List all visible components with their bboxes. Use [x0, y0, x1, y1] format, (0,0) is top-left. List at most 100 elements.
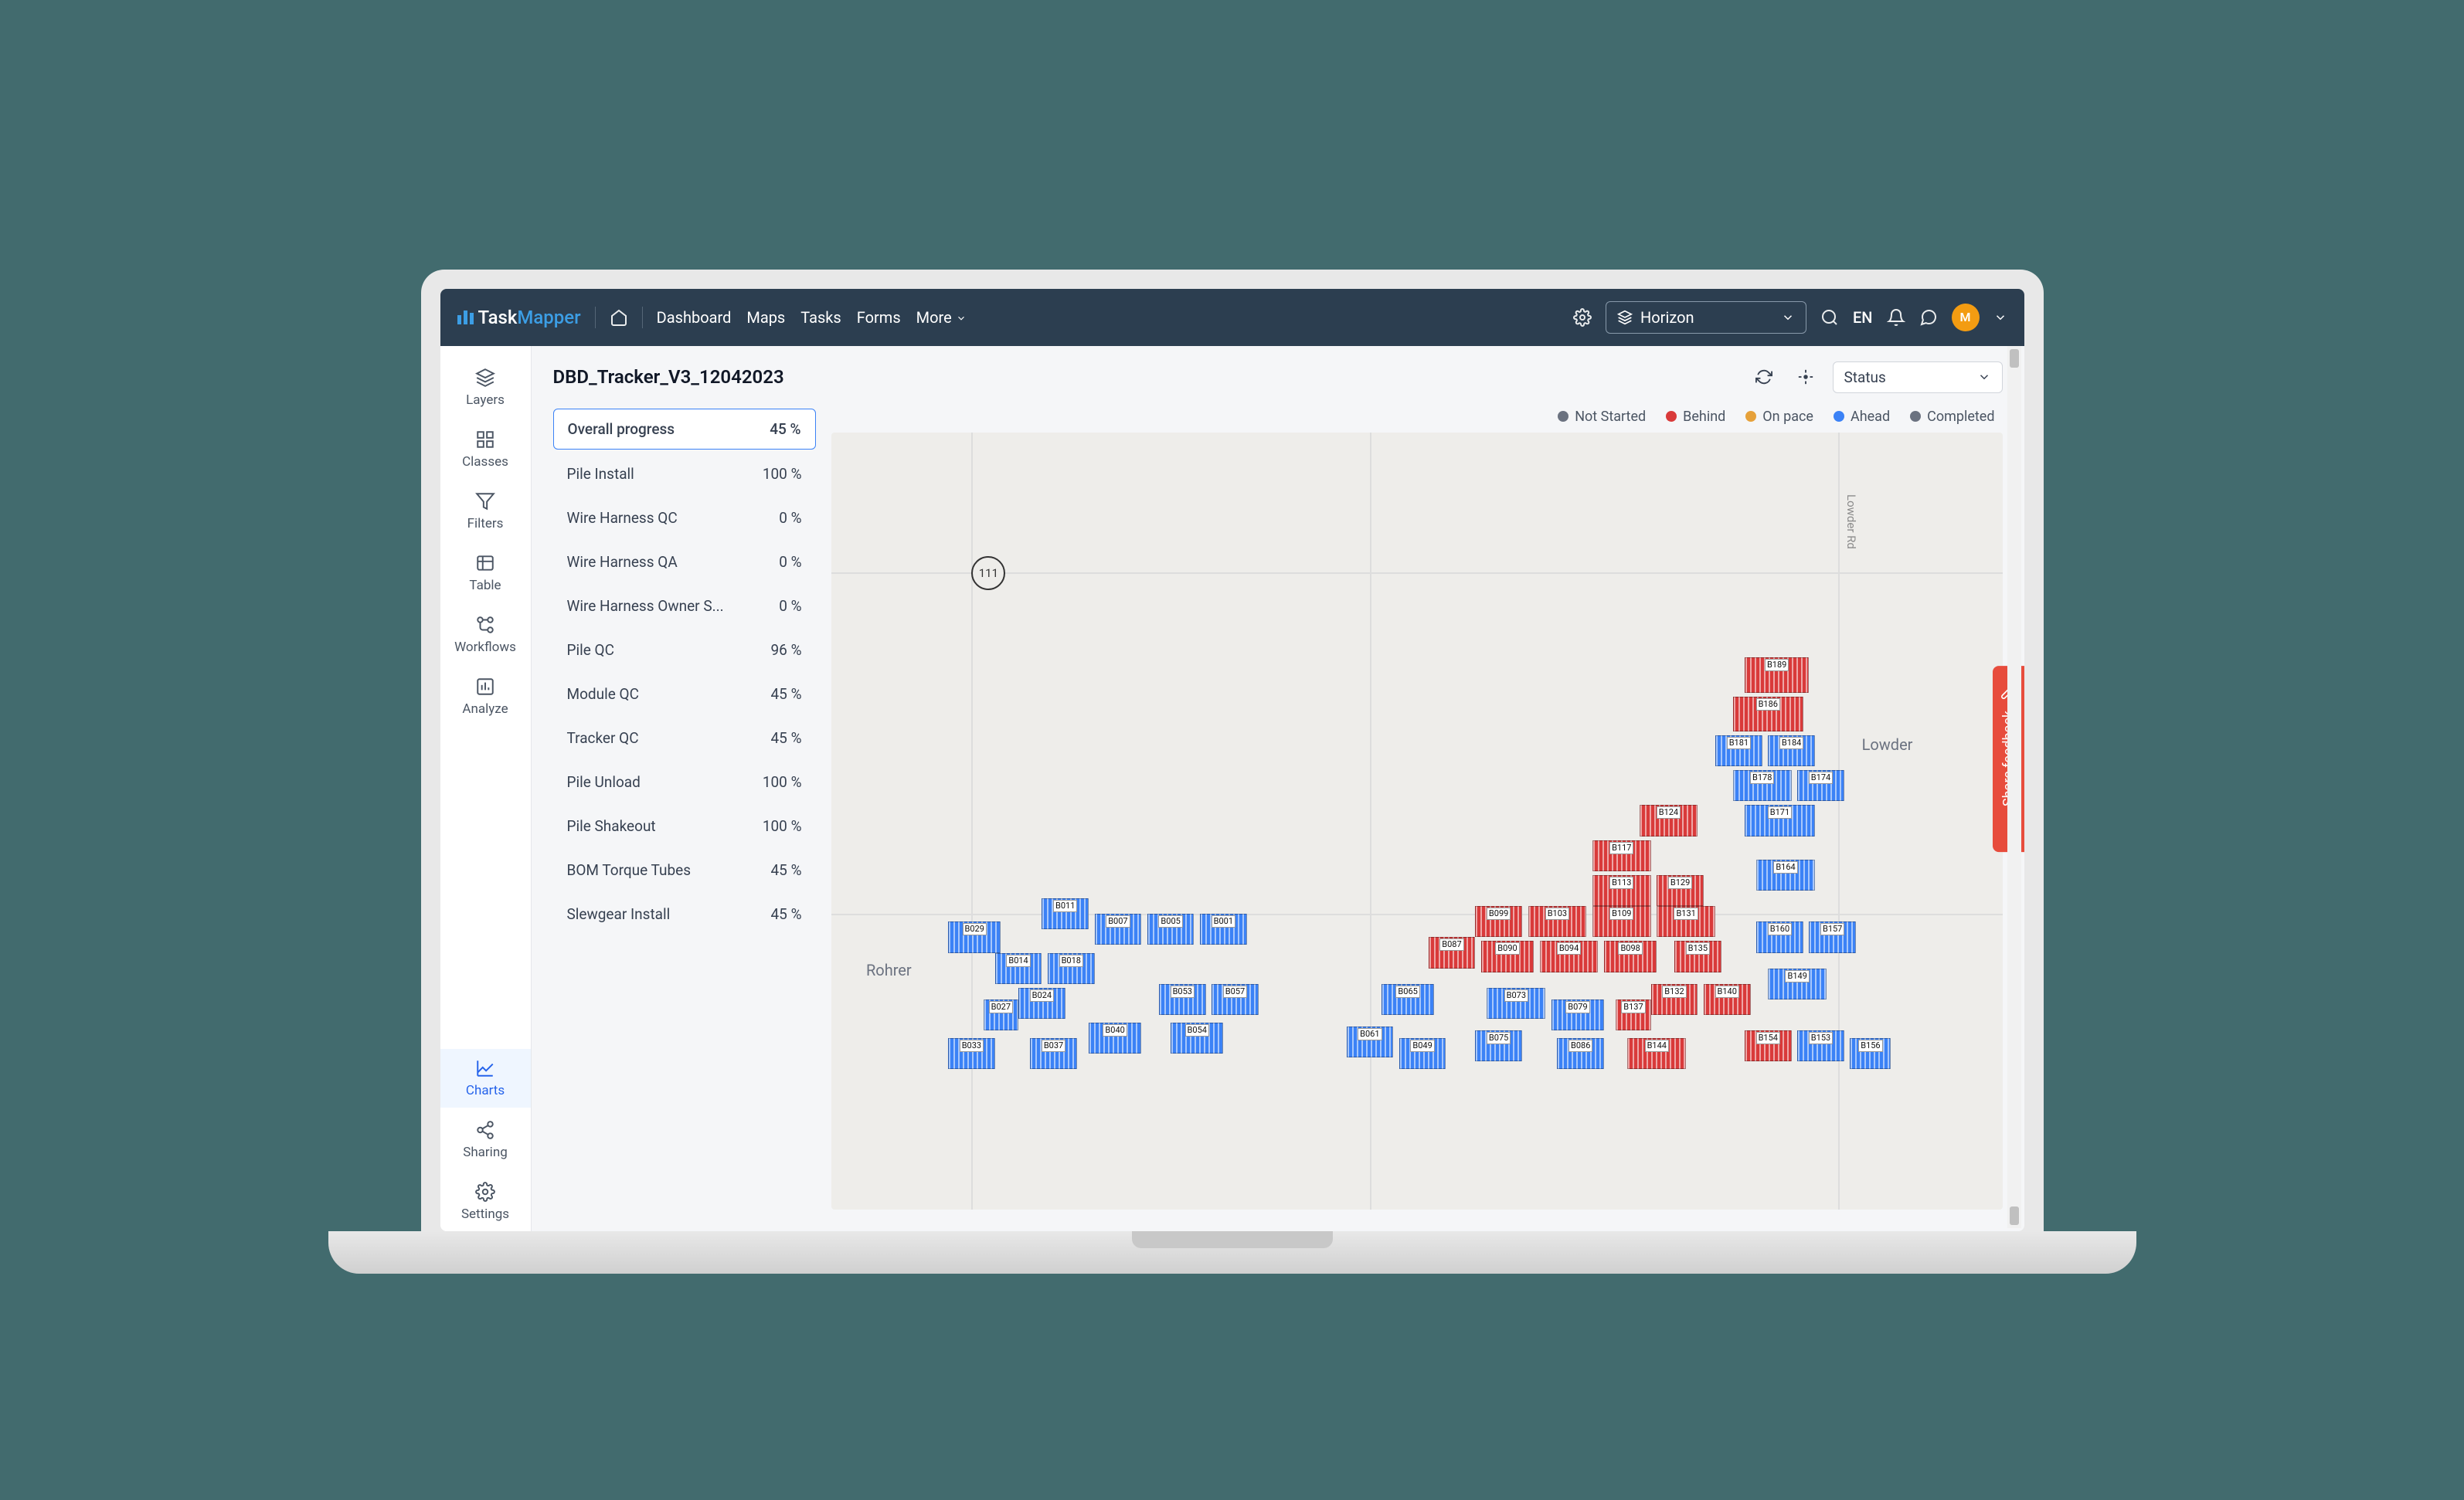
progress-item[interactable]: Pile QC96 % — [553, 630, 816, 670]
progress-panel[interactable]: Overall progress45 %Pile Install100 %Wir… — [553, 409, 816, 1210]
progress-item[interactable]: Wire Harness Owner S...0 % — [553, 586, 816, 626]
chevron-down-icon[interactable] — [1993, 311, 2007, 324]
map-block[interactable]: B079 — [1551, 999, 1604, 1030]
map-block[interactable]: B098 — [1604, 941, 1657, 972]
map-block[interactable]: B153 — [1797, 1030, 1844, 1061]
progress-label: Slewgear Install — [567, 905, 671, 923]
map-block[interactable]: B132 — [1651, 984, 1698, 1015]
map-block[interactable]: B029 — [948, 921, 1001, 952]
progress-item[interactable]: Overall progress45 % — [553, 409, 816, 450]
search-icon[interactable] — [1820, 308, 1839, 327]
map-block[interactable]: B053 — [1159, 984, 1206, 1015]
map-block[interactable]: B144 — [1627, 1038, 1686, 1069]
sidebar-item-sharing[interactable]: Sharing — [440, 1111, 531, 1169]
content-scrollbar[interactable] — [2007, 346, 2021, 1228]
map-block[interactable]: B024 — [1018, 988, 1065, 1019]
sidebar-item-charts[interactable]: Charts — [440, 1049, 531, 1108]
map-block[interactable]: B049 — [1399, 1038, 1446, 1069]
map-block[interactable]: B033 — [948, 1038, 995, 1069]
map-block[interactable]: B090 — [1481, 941, 1534, 972]
map-block[interactable]: B075 — [1475, 1030, 1522, 1061]
progress-item[interactable]: Pile Install100 % — [553, 454, 816, 494]
block-label: B079 — [1565, 1001, 1589, 1013]
sidebar-item-filters[interactable]: Filters — [440, 482, 531, 541]
map-canvas[interactable]: 111 Rohrer Lowder Lowder Rd B189B186B181… — [831, 433, 2003, 1210]
progress-item[interactable]: Module QC45 % — [553, 674, 816, 714]
map-block[interactable]: B094 — [1540, 941, 1599, 972]
refresh-button[interactable] — [1749, 362, 1779, 392]
sidebar-label: Workflows — [454, 640, 516, 655]
map-block[interactable]: B027 — [984, 999, 1018, 1030]
map-block[interactable]: B061 — [1347, 1027, 1394, 1057]
map-block[interactable]: B184 — [1768, 735, 1815, 766]
map-block[interactable]: B001 — [1200, 914, 1247, 945]
progress-item[interactable]: Wire Harness QA0 % — [553, 542, 816, 582]
sidebar-item-analyze[interactable]: Analyze — [440, 667, 531, 726]
map-block[interactable]: B140 — [1704, 984, 1751, 1015]
progress-item[interactable]: Pile Shakeout100 % — [553, 806, 816, 846]
map-block[interactable]: B018 — [1048, 953, 1095, 984]
nav-dashboard[interactable]: Dashboard — [657, 308, 732, 327]
sidebar-item-layers[interactable]: Layers — [440, 358, 531, 417]
map-block[interactable]: B156 — [1850, 1038, 1891, 1069]
settings-gear-icon[interactable] — [1573, 308, 1592, 327]
map-block[interactable]: B057 — [1212, 984, 1259, 1015]
map-block[interactable]: B087 — [1429, 937, 1476, 968]
sidebar-item-classes[interactable]: Classes — [440, 420, 531, 479]
progress-item[interactable]: Slewgear Install45 % — [553, 894, 816, 934]
map-block[interactable]: B005 — [1147, 914, 1195, 945]
map-block[interactable]: B171 — [1745, 805, 1815, 836]
map-block[interactable]: B065 — [1382, 984, 1434, 1015]
center-map-button[interactable] — [1791, 362, 1820, 392]
map-block[interactable]: B164 — [1756, 860, 1815, 891]
map-block[interactable]: B181 — [1715, 735, 1762, 766]
map-block[interactable]: B137 — [1616, 999, 1650, 1030]
map-block[interactable]: B073 — [1487, 988, 1545, 1019]
map-block[interactable]: B117 — [1592, 840, 1651, 871]
map-block[interactable]: B103 — [1528, 906, 1587, 937]
map-block[interactable]: B037 — [1030, 1038, 1077, 1069]
map-block[interactable]: B040 — [1089, 1023, 1141, 1054]
nav-more[interactable]: More — [916, 308, 967, 327]
map-block[interactable]: B124 — [1640, 805, 1698, 836]
notifications-icon[interactable] — [1887, 308, 1905, 327]
map-block[interactable]: B054 — [1171, 1023, 1223, 1054]
map-block[interactable]: B113 — [1592, 875, 1651, 906]
nav-forms[interactable]: Forms — [857, 308, 901, 327]
map-block[interactable]: B099 — [1475, 906, 1522, 937]
progress-item[interactable]: Tracker QC45 % — [553, 718, 816, 758]
map-block[interactable]: B007 — [1095, 914, 1142, 945]
sidebar-item-table[interactable]: Table — [440, 544, 531, 602]
map-block[interactable]: B178 — [1733, 770, 1792, 801]
nav-tasks[interactable]: Tasks — [800, 308, 841, 327]
block-label: B018 — [1059, 955, 1083, 967]
nav-maps[interactable]: Maps — [746, 308, 785, 327]
progress-item[interactable]: Pile Unload100 % — [553, 762, 816, 802]
map-block[interactable]: B189 — [1745, 657, 1809, 692]
chevron-down-icon — [1781, 311, 1795, 324]
progress-item[interactable]: BOM Torque Tubes45 % — [553, 850, 816, 890]
map-block[interactable]: B086 — [1557, 1038, 1604, 1069]
map-block[interactable]: B129 — [1657, 875, 1704, 906]
map-block[interactable]: B157 — [1809, 921, 1856, 952]
map-block[interactable]: B174 — [1797, 770, 1844, 801]
sidebar-item-workflows[interactable]: Workflows — [440, 606, 531, 664]
status-dropdown[interactable]: Status — [1833, 361, 2003, 393]
sidebar-item-settings[interactable]: Settings — [440, 1173, 531, 1231]
map-block[interactable]: B135 — [1674, 941, 1721, 972]
app-logo[interactable]: TaskMapper — [457, 307, 581, 328]
map-block[interactable]: B160 — [1756, 921, 1803, 952]
project-selector[interactable]: Horizon — [1606, 301, 1806, 334]
map-block[interactable]: B131 — [1657, 906, 1715, 937]
map-block[interactable]: B011 — [1042, 898, 1089, 929]
map-block[interactable]: B109 — [1592, 906, 1651, 937]
language-toggle[interactable]: EN — [1853, 308, 1873, 327]
map-block[interactable]: B154 — [1745, 1030, 1792, 1061]
map-block[interactable]: B186 — [1733, 697, 1803, 731]
map-block[interactable]: B014 — [995, 953, 1042, 984]
user-avatar[interactable]: M — [1952, 304, 1980, 331]
home-icon[interactable] — [610, 308, 628, 327]
progress-item[interactable]: Wire Harness QC0 % — [553, 498, 816, 538]
chat-icon[interactable] — [1919, 308, 1938, 327]
map-block[interactable]: B149 — [1768, 969, 1827, 999]
